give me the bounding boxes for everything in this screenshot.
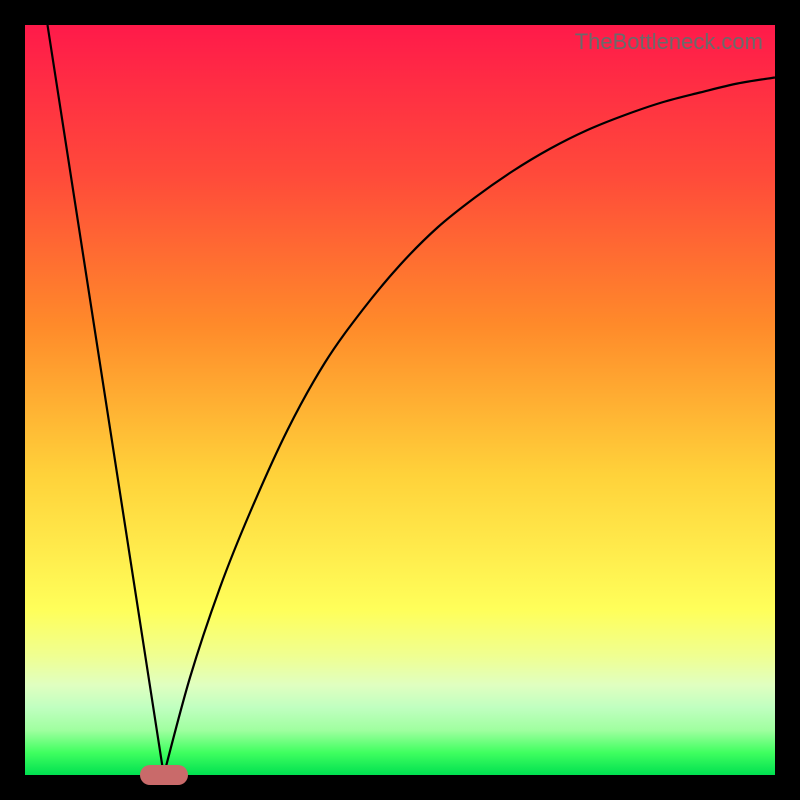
plot-area: TheBottleneck.com	[25, 25, 775, 775]
optimal-marker	[140, 765, 188, 785]
watermark-text: TheBottleneck.com	[575, 29, 763, 55]
bottleneck-curve	[48, 25, 776, 775]
curve-layer	[25, 25, 775, 775]
chart-frame: TheBottleneck.com	[0, 0, 800, 800]
